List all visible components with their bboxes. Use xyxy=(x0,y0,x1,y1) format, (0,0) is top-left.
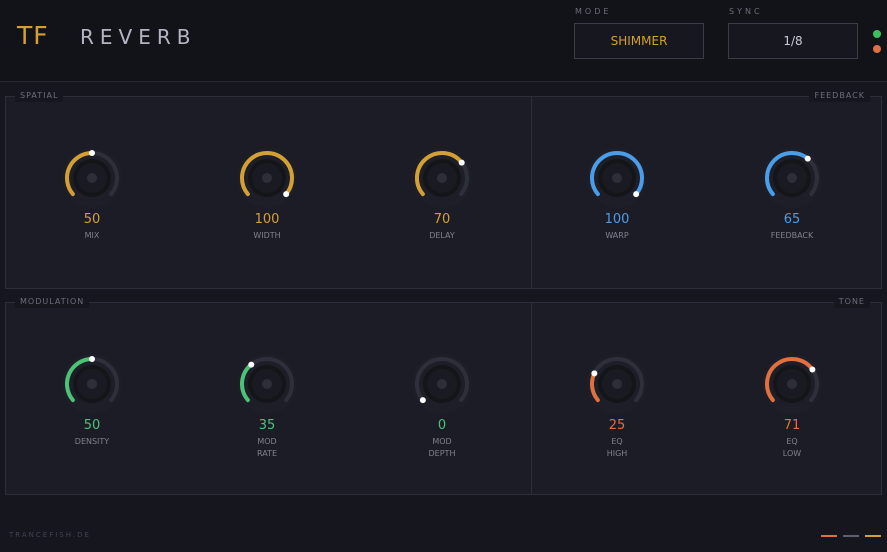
knob-feedback[interactable]: 65 FEEDBACK xyxy=(747,146,837,266)
knob-dial-mod-depth[interactable] xyxy=(412,352,472,416)
mode-label: MODE xyxy=(575,7,612,16)
knob-width[interactable]: 100 WIDTH xyxy=(222,146,312,266)
section-label-spatial: SPATIAL xyxy=(15,90,64,102)
knob-handle xyxy=(458,159,465,166)
knob-center xyxy=(87,379,97,389)
knob-dial-eq-low[interactable] xyxy=(762,352,822,416)
plugin-title: REVERB xyxy=(80,25,197,49)
knob-value-eq-low: 71 xyxy=(783,418,801,433)
knob-density[interactable]: 50 DENSITY xyxy=(47,352,137,472)
knob-label-mix: MIX xyxy=(84,231,100,240)
knob-value-mod-rate: 35 xyxy=(258,418,276,433)
knob-center xyxy=(87,173,97,183)
status-led-green xyxy=(873,30,881,38)
knob-label-eq-low: EQ LOW xyxy=(782,437,802,458)
knob-dial-mod-rate[interactable] xyxy=(237,352,297,416)
footer-line-orange xyxy=(821,535,837,537)
knob-value-density: 50 xyxy=(83,418,101,433)
footer-brand: TRANCEFISH.DE xyxy=(9,531,91,539)
knob-handle xyxy=(89,356,95,362)
knob-mod-depth[interactable]: 0 MOD DEPTH xyxy=(397,352,487,472)
knob-value-mod-depth: 0 xyxy=(437,418,447,433)
knob-handle xyxy=(804,155,811,162)
knob-center xyxy=(612,173,622,183)
knob-center xyxy=(787,379,797,389)
knob-handle xyxy=(633,191,640,198)
knob-value-feedback: 65 xyxy=(783,212,801,227)
knob-handle xyxy=(89,150,95,156)
knob-label-warp: WARP xyxy=(605,231,629,240)
knob-dial-delay[interactable] xyxy=(412,146,472,210)
knob-center xyxy=(437,379,447,389)
knob-dial-mix[interactable] xyxy=(62,146,122,210)
knob-handle xyxy=(809,366,816,373)
knob-center xyxy=(612,379,622,389)
knob-dial-width[interactable] xyxy=(237,146,297,210)
knob-mod-rate[interactable]: 35 MOD RATE xyxy=(222,352,312,472)
knob-delay[interactable]: 70 DELAY xyxy=(397,146,487,266)
knob-center xyxy=(262,379,272,389)
mode-select[interactable]: SHIMMER xyxy=(574,23,704,59)
section-label-modulation: MODULATION xyxy=(15,296,90,308)
footer-line-yellow xyxy=(865,535,881,537)
knob-label-density: DENSITY xyxy=(74,437,110,446)
knob-dial-feedback[interactable] xyxy=(762,146,822,210)
knob-eq-high[interactable]: 25 EQ HIGH xyxy=(572,352,662,472)
knob-dial-eq-high[interactable] xyxy=(587,352,647,416)
knob-dial-density[interactable] xyxy=(62,352,122,416)
footer-line-gray xyxy=(843,535,859,537)
section-label-feedback: FEEDBACK xyxy=(809,90,870,102)
knob-center xyxy=(262,173,272,183)
knob-label-feedback: FEEDBACK xyxy=(770,231,814,240)
panel-divider xyxy=(531,97,532,288)
knob-mix[interactable]: 50 MIX xyxy=(47,146,137,266)
knob-label-mod-depth: MOD DEPTH xyxy=(428,437,456,458)
knob-label-mod-rate: MOD RATE xyxy=(256,437,278,458)
knob-eq-low[interactable]: 71 EQ LOW xyxy=(747,352,837,472)
knob-label-eq-high: EQ HIGH xyxy=(606,437,628,458)
knob-center xyxy=(787,173,797,183)
knob-value-width: 100 xyxy=(254,212,280,227)
header-bar: TF REVERB MODE SHIMMER SYNC 1/8 xyxy=(0,0,887,82)
knob-handle xyxy=(283,191,290,198)
section-label-tone: TONE xyxy=(833,296,870,308)
knob-dial-warp[interactable] xyxy=(587,146,647,210)
knob-label-width: WIDTH xyxy=(253,231,281,240)
logo: TF xyxy=(17,21,49,50)
knob-value-mix: 50 xyxy=(83,212,101,227)
knob-label-delay: DELAY xyxy=(429,231,455,240)
knob-value-eq-high: 25 xyxy=(608,418,626,433)
knob-center xyxy=(437,173,447,183)
sync-select[interactable]: 1/8 xyxy=(728,23,858,59)
sync-label: SYNC xyxy=(729,7,763,16)
knob-handle xyxy=(419,397,426,404)
status-led-orange xyxy=(873,45,881,53)
knob-value-delay: 70 xyxy=(433,212,451,227)
knob-handle xyxy=(248,361,255,368)
knob-warp[interactable]: 100 WARP xyxy=(572,146,662,266)
knob-value-warp: 100 xyxy=(604,212,630,227)
panel-divider xyxy=(531,303,532,494)
knob-handle xyxy=(591,370,598,377)
